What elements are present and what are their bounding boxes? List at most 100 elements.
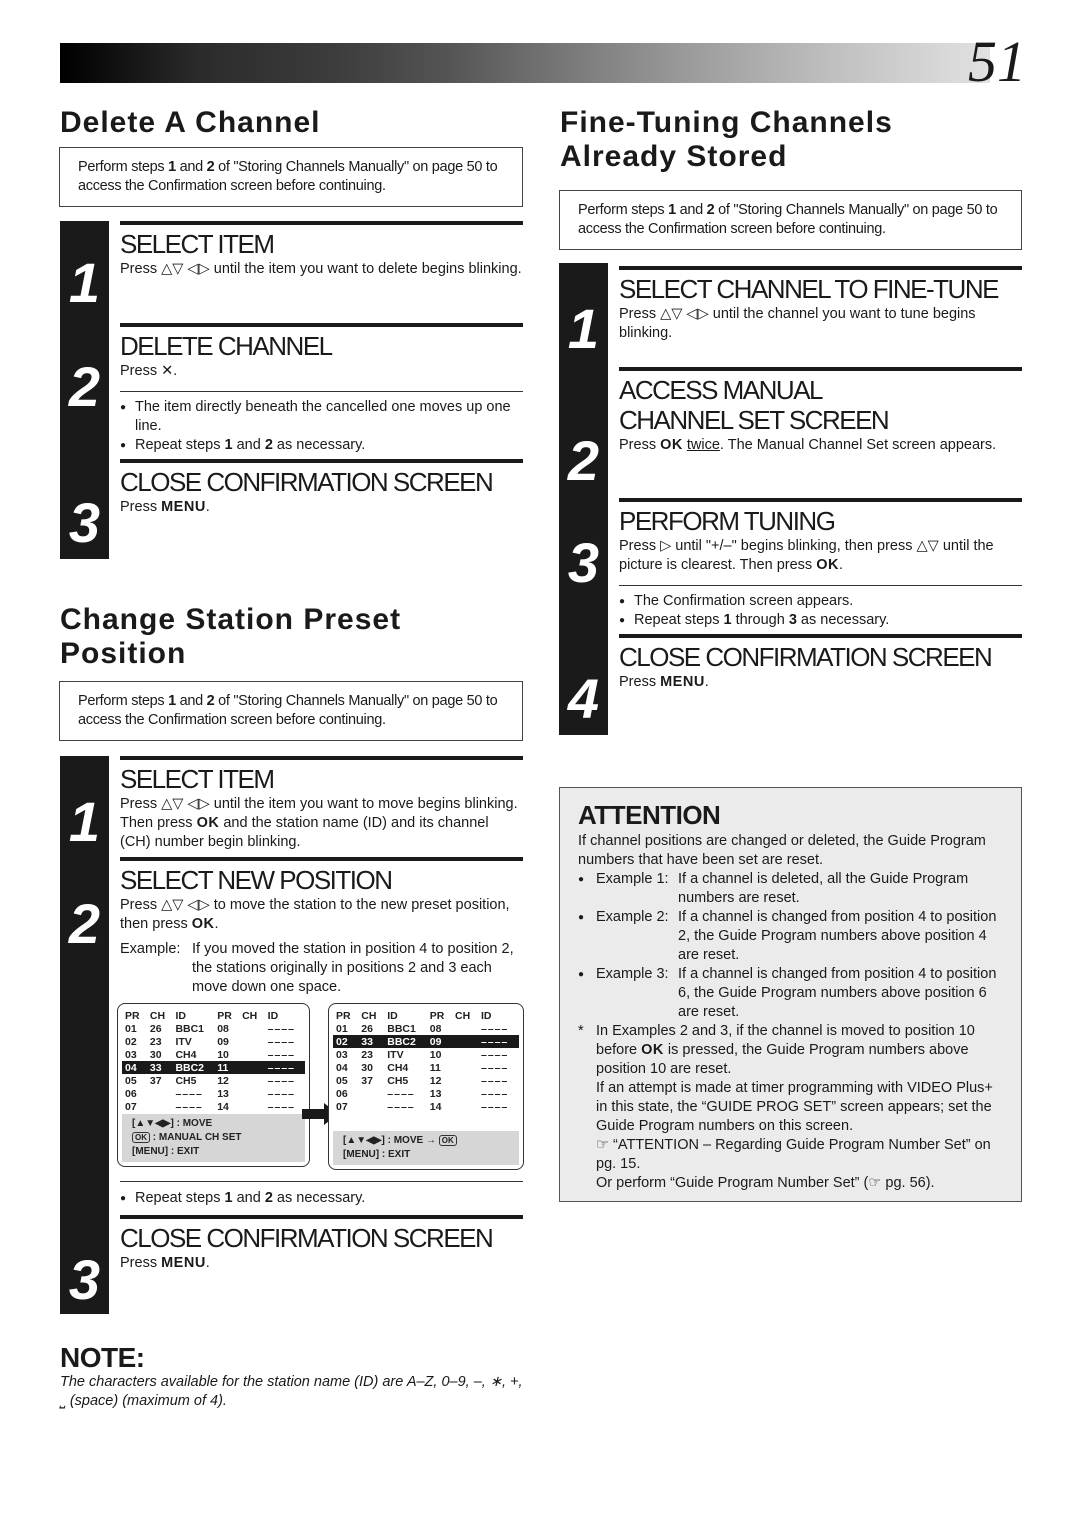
table-row: 01 26 BBC1 08 –––– [333,1022,519,1035]
table-cell [239,1048,265,1061]
table-body: 01 26 BBC1 08 –––– 02 23 ITV 09 –––– 03 30 CH4 10 ––––… [122,1022,305,1113]
column-header: ID [267,1009,279,1022]
footer-move-hint: [▲▼◀▶] : MOVE [132,1118,213,1129]
step-select-item: SELECT ITEM Press △▽ ◁▷ until the item y… [120,221,523,279]
step-ref: 1 [224,1190,233,1206]
attention-box: ATTENTION If channel positions are chang… [559,787,1022,1202]
steps-delete-channel: 1 2 3 SELECT ITEM Press △▽ ◁▷ until the … [60,221,523,559]
step-access-manual: ACCESS MANUAL CHANNEL SET SCREEN Press O… [619,367,1022,455]
reference-link[interactable]: Or perform “Guide Program Number Set” (☞… [596,1174,1003,1193]
bullet-item: Repeat steps 1 and 2 as necessary. [120,436,523,455]
table-cell [452,1074,478,1087]
step-ref: 2 [264,1190,273,1206]
step-text: Press △▽ ◁▷ to move the station to the n… [120,896,523,934]
text: and [232,1190,265,1206]
text: Repeat steps [634,612,724,628]
table-cell: 07 [336,1100,348,1113]
column-header: CH [242,1009,258,1022]
table-cell [147,1100,173,1113]
reference-link[interactable]: ☞ “ATTENTION – Regarding Guide Program N… [596,1136,1003,1174]
pointing-hand-icon: ☞ [868,1175,882,1191]
table-row: 03 30 CH4 10 –––– [122,1048,305,1061]
attention-example: Example 3: If a channel is changed from p… [578,965,1003,1022]
intro-text: and [175,693,207,709]
section-title-delete-channel: Delete A Channel [60,106,321,139]
step-text: Press MENU. [120,498,523,517]
table-cell: –––– [481,1087,509,1100]
table-cell: CH5 [387,1074,409,1087]
footer-exit-hint: [MENU] : EXIT [132,1146,200,1157]
intro-text: Perform steps [78,159,169,175]
table-cell: BBC2 [172,1061,215,1074]
step-title: SELECT NEW POSITION [120,865,393,895]
table-cell: 05 [125,1074,137,1087]
step-title: CLOSE CONFIRMATION SCREEN [120,1223,494,1253]
table-cell: –––– [267,1100,296,1113]
table-cell: –––– [267,1087,296,1100]
table-row: 07 –––– 14 –––– [333,1100,519,1113]
step-number: 3 [68,491,101,554]
table-cell: 09 [217,1035,229,1048]
table-cell: 13 [429,1087,442,1100]
table-cell: 33 [358,1035,385,1048]
osd-screen-after: PR CH ID PR CH ID 01 26 BBC1 08 –––– 02 33 BBC2 09 –––… [328,1003,524,1170]
step-text: Press ▷ until "+/–" begins blinking, the… [619,537,1022,575]
step-text: Press MENU. [120,1254,523,1273]
section-title-change-position: Change Station Preset Position [60,603,401,671]
table-cell: –––– [267,1022,296,1035]
table-cell: 03 [336,1048,348,1061]
intro-text: and [675,202,707,218]
text: and [232,437,265,453]
intro-text: Perform steps [578,202,669,218]
table-cell [239,1087,265,1100]
title-line: Already Stored [560,140,788,173]
step-select-new-position: SELECT NEW POSITION Press △▽ ◁▷ to move … [120,857,523,997]
table-cell: 08 [217,1022,229,1035]
step-close-confirmation: CLOSE CONFIRMATION SCREEN Press MENU. [120,1215,523,1273]
table-cell: –––– [267,1048,296,1061]
step-close-confirmation: CLOSE CONFIRMATION SCREEN Press MENU. [120,459,523,517]
table-header-row: PR CH ID PR CH ID [122,1009,305,1022]
table-cell: –––– [267,1074,296,1087]
text: . [205,499,210,515]
table-cell: BBC2 [384,1035,427,1048]
table-cell [452,1061,478,1074]
example-label: Example 2: [596,909,669,925]
osd-footer: [▲▼◀▶] : MOVE → OK [MENU] : EXIT [333,1131,519,1165]
menu-key: MENU [161,499,206,515]
column-header: CH [149,1009,166,1022]
text: as necessary. [272,1190,366,1206]
bullet-item: The item directly beneath the cancelled … [120,398,523,436]
step-number: 3 [68,1248,101,1311]
table-row: 02 33 BBC2 09 –––– [333,1035,519,1048]
table-cell [358,1100,384,1113]
table-cell: –––– [481,1061,509,1074]
bullet-item: The Confirmation screen appears. [619,592,1022,611]
table-row: 06 –––– 13 –––– [122,1087,305,1100]
text: [▲▼◀▶] : MOVE → [343,1135,436,1146]
attention-footnote: * In Examples 2 and 3, if the channel is… [578,1022,1003,1193]
table-row: 06 –––– 13 –––– [333,1087,519,1100]
intro-box-delete: Perform steps 1 and 2 of "Storing Channe… [59,147,523,207]
text: Press [120,363,162,379]
table-cell: 10 [217,1048,229,1061]
table-header-row: PR CH ID PR CH ID [333,1009,519,1022]
osd-footer: [▲▼◀▶] : MOVE OK : MANUAL CH SET [MENU] … [122,1114,305,1162]
table-cell: –––– [481,1022,509,1035]
table-row: 07 –––– 14 –––– [122,1100,305,1113]
table-cell: 37 [149,1074,162,1087]
text: . [838,557,843,573]
example-text: If a channel is changed from position 4 … [678,966,997,1020]
table-row: 04 30 CH4 11 –––– [333,1061,519,1074]
step-title: SELECT ITEM [120,229,275,259]
table-cell: 06 [336,1087,348,1100]
table-cell [452,1048,478,1061]
table-cell: 26 [149,1022,162,1035]
table-cell: –––– [264,1061,305,1074]
table-cell: 26 [361,1022,373,1035]
step-ref: 3 [788,612,797,628]
table-cell: 06 [125,1087,137,1100]
step-text: Press △▽ ◁▷ until the channel you want t… [619,306,976,341]
table-cell: 08 [429,1022,442,1035]
note-text: The characters available for the station… [60,1374,523,1409]
